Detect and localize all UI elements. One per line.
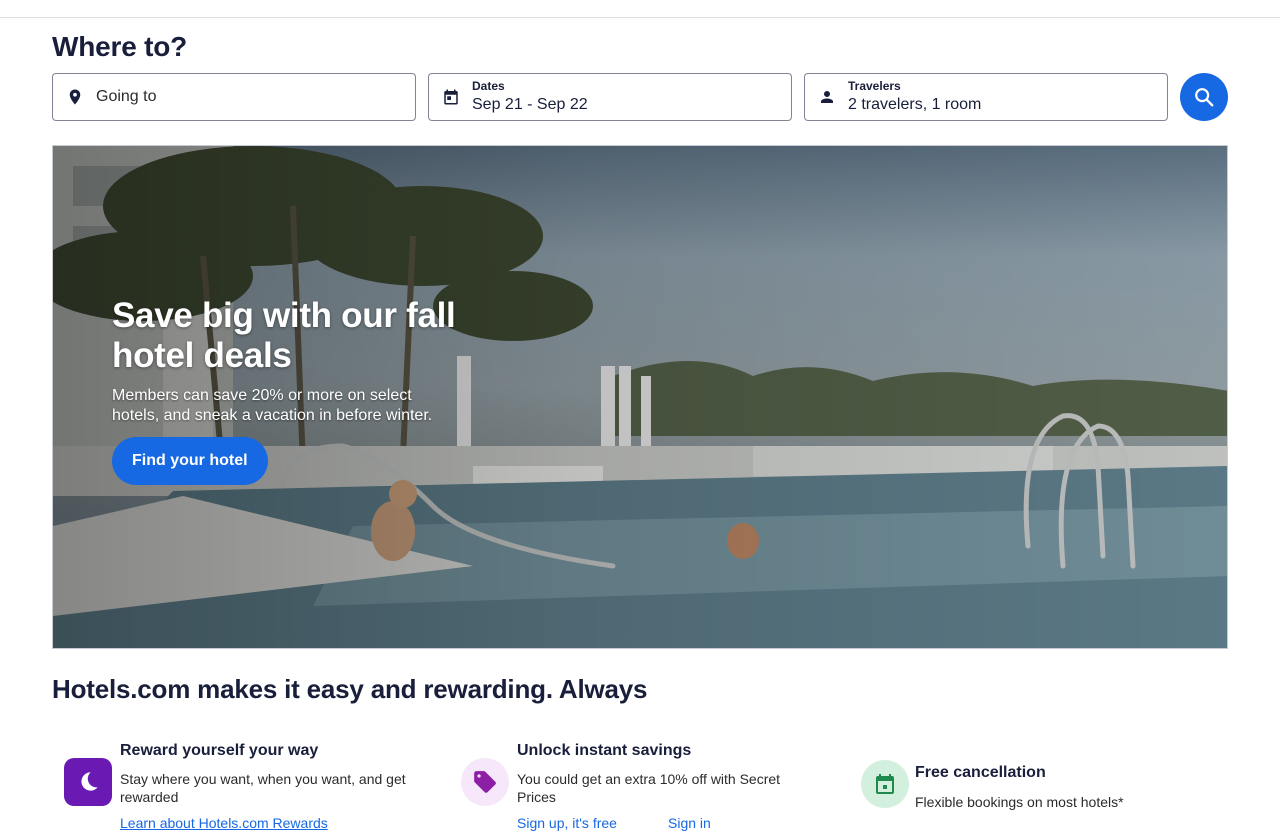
travelers-value: 2 travelers, 1 room	[848, 96, 982, 113]
find-your-hotel-button[interactable]: Find your hotel	[112, 437, 268, 485]
cancellation-badge	[861, 760, 909, 808]
benefits-title: Hotels.com makes it easy and rewarding. …	[52, 674, 648, 704]
calendar-icon	[444, 89, 458, 105]
benefit-description: Stay where you want, when you want, and …	[120, 771, 406, 805]
travelers-label: Travelers	[848, 79, 901, 93]
sign-up-link[interactable]: Sign up, it's free	[517, 815, 617, 831]
benefit-title: Unlock instant savings	[517, 742, 692, 759]
tag-icon	[474, 771, 496, 793]
hero-subtitle: Members can save 20% or more on select h…	[112, 387, 433, 424]
dates-label: Dates	[472, 79, 505, 93]
destination-field[interactable]: Going to	[52, 73, 416, 121]
dates-value: Sep 21 - Sep 22	[472, 96, 588, 113]
calendar-check-icon	[876, 774, 894, 794]
benefit-description: Flexible bookings on most hotels*	[915, 794, 1124, 810]
benefit-title: Reward yourself your way	[120, 742, 319, 759]
search-title: Where to?	[52, 31, 188, 62]
search-icon	[1195, 88, 1214, 107]
benefit-description: You could get an extra 10% off with Secr…	[517, 771, 781, 805]
rewards-badge	[64, 758, 112, 806]
savings-badge	[461, 758, 509, 806]
sign-in-link[interactable]: Sign in	[668, 815, 711, 831]
moon-icon	[81, 772, 98, 791]
header-divider	[0, 17, 1280, 18]
learn-rewards-link[interactable]: Learn about Hotels.com Rewards	[120, 815, 328, 831]
dates-field[interactable]: Dates Sep 21 - Sep 22	[428, 73, 792, 121]
benefit-title: Free cancellation	[915, 764, 1046, 781]
person-icon	[821, 91, 833, 103]
travelers-field[interactable]: Travelers 2 travelers, 1 room	[804, 73, 1168, 121]
promo-hero-banner: Save big with our fall hotel deals Membe…	[52, 145, 1228, 649]
hero-title: Save big with our fall hotel deals	[112, 296, 456, 375]
map-pin-icon	[69, 89, 81, 105]
destination-placeholder: Going to	[96, 88, 157, 105]
search-button[interactable]	[1180, 73, 1228, 121]
